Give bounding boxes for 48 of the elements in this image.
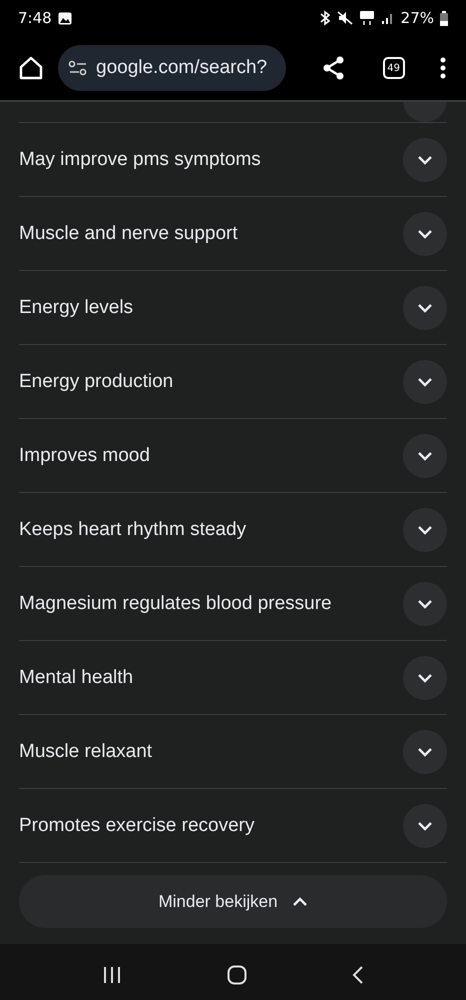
chevron-down-icon xyxy=(417,376,433,386)
home-icon[interactable] xyxy=(226,965,247,985)
accordion-item-title[interactable]: May improve pms symptoms xyxy=(19,148,261,170)
tab-switcher[interactable]: 49 xyxy=(382,57,405,79)
accordion-item-title[interactable]: Muscle and nerve support xyxy=(19,222,238,244)
expand-button[interactable] xyxy=(403,138,447,182)
chevron-down-icon xyxy=(417,820,433,830)
chevron-up-icon xyxy=(292,896,308,906)
recent-apps-icon[interactable] xyxy=(102,966,122,984)
chevron-down-icon xyxy=(417,450,433,460)
chevron-down-icon xyxy=(417,302,433,312)
expand-button[interactable] xyxy=(403,804,447,848)
chevron-down-icon xyxy=(417,746,433,756)
expand-button[interactable] xyxy=(403,582,447,626)
accordion-item-title[interactable]: Improves mood xyxy=(19,444,150,466)
expand-button[interactable] xyxy=(403,434,447,478)
battery-percentage: 27% xyxy=(400,9,434,27)
expand-button[interactable] xyxy=(403,286,447,330)
accordion-item-title[interactable]: Energy production xyxy=(19,370,174,392)
battery-icon xyxy=(440,10,448,26)
accordion-item-title[interactable]: Promotes exercise recovery xyxy=(19,814,254,836)
address-bar[interactable]: google.com/search? xyxy=(58,45,286,91)
chevron-down-icon xyxy=(417,154,433,164)
chevron-down-icon xyxy=(417,672,433,682)
clock: 7:48 xyxy=(18,9,52,27)
signal-icon xyxy=(380,11,395,25)
accordion-item-title[interactable]: Energy levels xyxy=(19,296,134,318)
chevron-down-icon xyxy=(417,598,433,608)
accordion-item-title[interactable]: Muscle relaxant xyxy=(19,740,152,762)
expand-button[interactable] xyxy=(403,656,447,700)
expand-button[interactable] xyxy=(403,508,447,552)
back-icon[interactable] xyxy=(352,965,364,985)
network-icon xyxy=(358,10,375,26)
chevron-down-icon xyxy=(417,228,433,238)
expand-button[interactable] xyxy=(403,212,447,256)
menu-icon[interactable] xyxy=(440,57,446,79)
bluetooth-icon xyxy=(318,10,331,26)
accordion-item-title[interactable]: Magnesium regulates blood pressure xyxy=(19,592,332,614)
expand-button[interactable] xyxy=(403,360,447,404)
expand-button[interactable] xyxy=(403,730,447,774)
chevron-down-icon xyxy=(417,524,433,534)
show-less-button[interactable]: Minder bekijken xyxy=(19,875,447,928)
mute-icon xyxy=(336,10,353,26)
image-icon xyxy=(58,12,72,24)
accordion-item-title[interactable]: Keeps heart rhythm steady xyxy=(19,518,246,540)
site-settings-icon xyxy=(68,60,88,76)
url-text: google.com/search? xyxy=(96,57,268,79)
accordion-item-title[interactable]: Mental health xyxy=(19,666,134,688)
